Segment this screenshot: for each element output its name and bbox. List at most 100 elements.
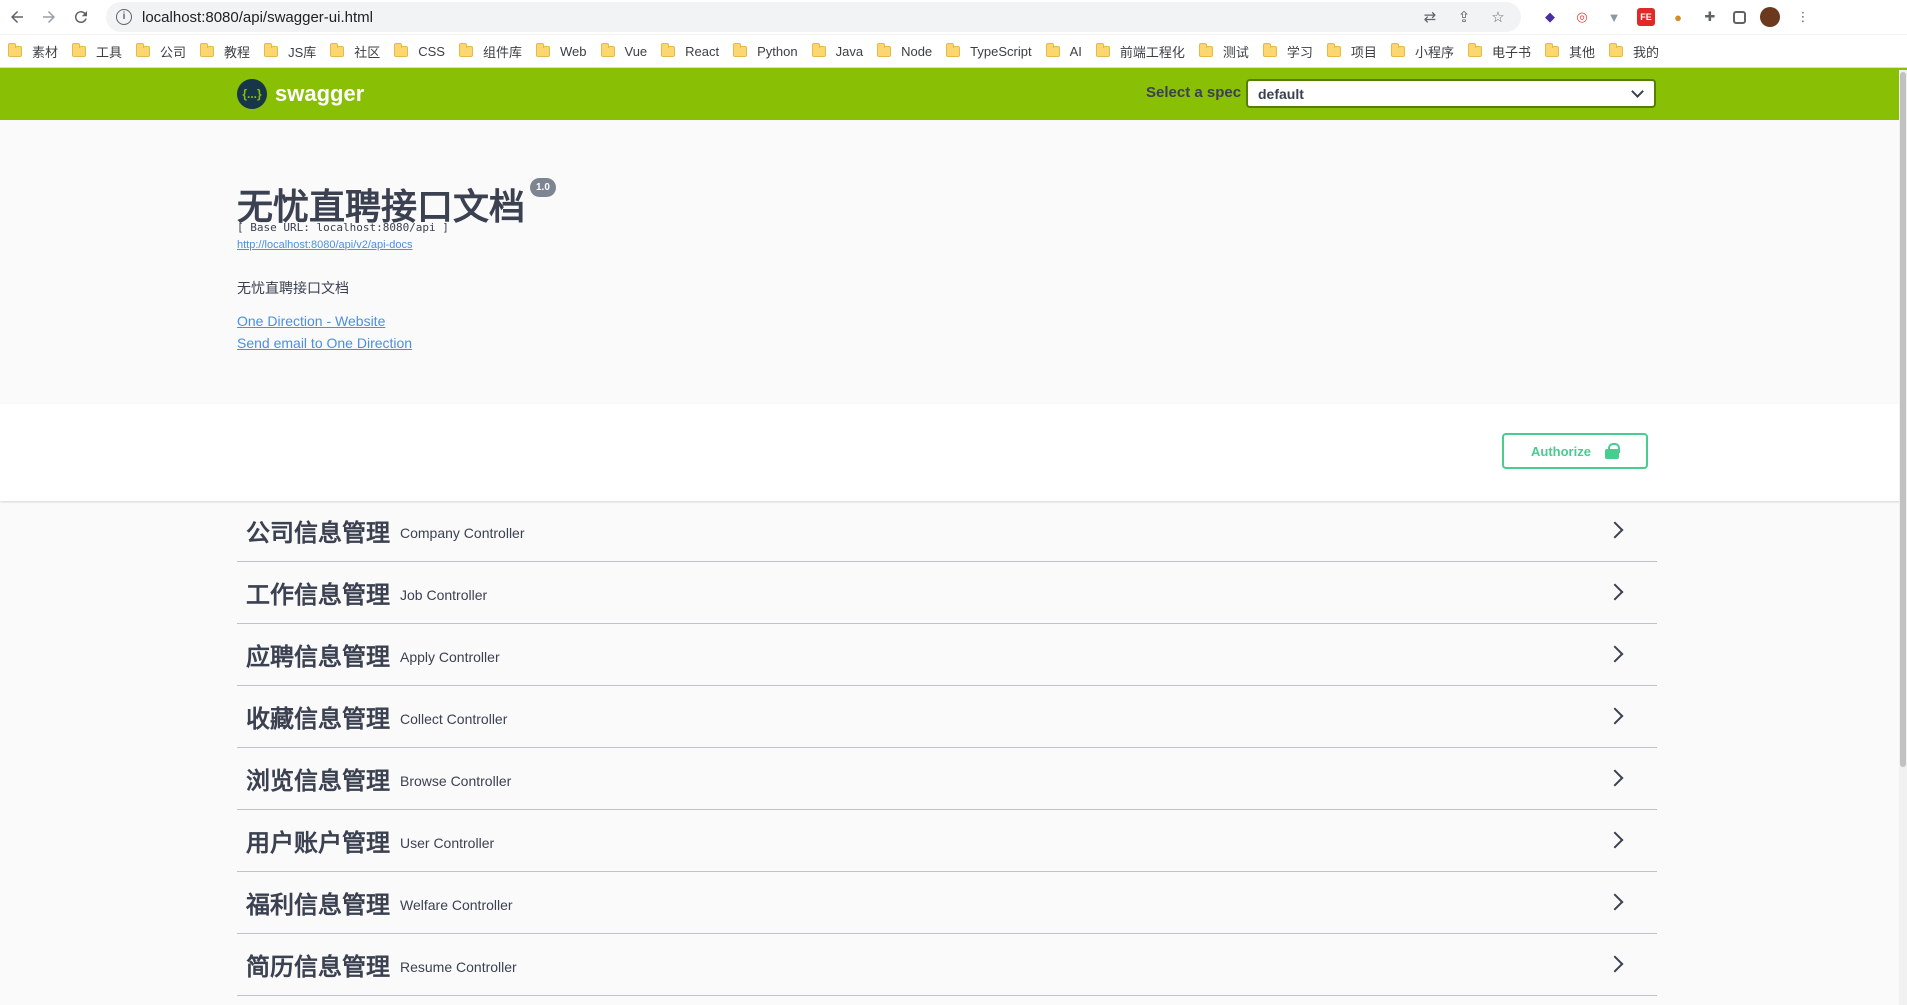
info-icon[interactable]: i [116,9,132,25]
url-text: localhost:8080/api/swagger-ui.html [142,8,373,26]
bookmark-folder[interactable]: AI [1045,42,1082,59]
arrow-right-icon [43,11,55,23]
tag-name: 公司信息管理 [246,519,390,547]
bookmark-label: CSS [418,43,445,59]
bookmark-folder[interactable]: TypeScript [946,42,1032,59]
folder-icon [72,42,87,57]
base-url: [ Base URL: localhost:8080/api ] [237,221,449,234]
authorize-button[interactable]: Authorize [1502,433,1648,469]
bookmark-folder[interactable]: 测试 [1198,42,1249,61]
bookmark-folder[interactable]: 社区 [330,42,380,61]
extension-cookie-icon[interactable]: ● [1669,8,1687,26]
bookmark-folder[interactable]: 公司 [136,42,186,61]
folder-icon [1095,42,1110,57]
api-docs-link[interactable]: http://localhost:8080/api/v2/api-docs [237,239,413,251]
tag-section[interactable]: 福利信息管理 Welfare Controller [237,872,1657,934]
bookmark-folder[interactable]: 项目 [1326,42,1377,61]
bookmark-folder[interactable]: React [661,42,719,59]
folder-icon [946,42,961,57]
bookmark-label: JS库 [288,44,317,60]
extension-ring-icon[interactable]: ◎ [1573,8,1591,26]
bookmark-folder[interactable]: 电子书 [1467,42,1531,61]
tag-name: 收藏信息管理 [246,705,390,733]
chevron-right-icon[interactable] [1606,521,1624,539]
extension-diamond-icon[interactable]: ◆ [1541,8,1559,26]
side-panel-icon[interactable] [1733,10,1746,24]
scrollbar-thumb[interactable] [1900,72,1906,767]
profile-avatar[interactable] [1760,7,1780,27]
bookmark-label: 教程 [224,44,251,60]
tag-description: User Controller [400,834,495,851]
bookmark-label: Vue [624,43,648,59]
bookmark-folder[interactable]: Vue [600,42,648,59]
translate-icon[interactable]: ⇄ [1421,8,1439,26]
bookmark-label: 学习 [1286,44,1313,60]
chevron-right-icon[interactable] [1606,955,1624,973]
authorize-label: Authorize [1531,443,1591,459]
bookmark-folder[interactable]: 学习 [1262,42,1313,61]
tag-section[interactable]: 收藏信息管理 Collect Controller [237,686,1657,748]
bookmark-folder[interactable]: 其他 [1544,42,1595,61]
folder-icon [1467,42,1482,57]
bookmark-label: 素材 [32,44,59,60]
address-bar[interactable]: i localhost:8080/api/swagger-ui.html ⇄ ⇪… [106,2,1521,32]
bookmark-folder[interactable]: CSS [394,42,445,59]
tag-section[interactable]: 浏览信息管理 Browse Controller [237,748,1657,810]
tag-description: Job Controller [400,586,488,603]
bookmark-label: Web [560,43,587,59]
extensions-puzzle-icon[interactable]: ✚ [1701,8,1719,26]
tag-section[interactable]: 工作信息管理 Job Controller [237,562,1657,624]
reload-button[interactable] [66,2,96,32]
bookmark-label: 其他 [1568,44,1595,60]
chevron-right-icon[interactable] [1606,893,1624,911]
bookmark-folder[interactable]: 组件库 [458,42,522,61]
tag-section[interactable]: 用户账户管理 User Controller [237,810,1657,872]
bookmark-folder[interactable]: 我的 [1608,42,1659,61]
swagger-logo[interactable]: {...} swagger [237,79,364,109]
share-icon[interactable]: ⇪ [1455,8,1473,26]
folder-icon [600,42,615,57]
bookmark-folder[interactable]: Python [733,42,798,59]
folder-icon [1608,42,1623,57]
bookmark-folder[interactable]: Java [811,42,864,59]
bookmark-folder[interactable]: 素材 [8,42,58,61]
folder-icon [1544,42,1559,57]
website-link[interactable]: One Direction - Website [237,313,385,329]
bookmark-label: 项目 [1350,44,1377,60]
star-icon[interactable]: ☆ [1489,8,1507,26]
extension-fe-icon[interactable]: FE [1637,8,1655,26]
tag-name: 福利信息管理 [246,891,390,919]
chevron-right-icon[interactable] [1606,583,1624,601]
chevron-right-icon[interactable] [1606,769,1624,787]
folder-icon [877,42,892,57]
menu-kebab-icon[interactable]: ⋮ [1794,8,1812,26]
bookmark-folder[interactable]: 前端工程化 [1095,42,1185,61]
chevron-right-icon[interactable] [1606,831,1624,849]
bookmark-folder[interactable]: 小程序 [1390,42,1454,61]
tag-section[interactable]: 公司信息管理 Company Controller [237,500,1657,562]
bookmark-folder[interactable]: 教程 [200,42,250,61]
chevron-right-icon[interactable] [1606,645,1624,663]
tag-section[interactable]: 简历信息管理 Resume Controller [237,934,1657,996]
page-scrollbar[interactable] [1899,70,1907,1005]
folder-icon [1326,42,1341,57]
bookmark-folder[interactable]: JS库 [264,42,316,61]
bookmark-label: Java [835,43,864,59]
folder-icon [1198,42,1213,57]
swagger-logo-icon: {...} [237,79,267,109]
bookmark-folder[interactable]: 工具 [72,42,122,61]
tag-description: Resume Controller [400,958,517,975]
forward-button[interactable] [34,2,64,32]
chevron-right-icon[interactable] [1606,707,1624,725]
tag-description: Collect Controller [400,710,508,727]
tag-list: 公司信息管理 Company Controller 工作信息管理 Job Contro… [237,500,1657,996]
bookmark-folder[interactable]: Node [877,42,932,59]
extension-vue-icon[interactable]: ▼ [1605,8,1623,26]
spec-select[interactable]: default [1246,79,1656,108]
tag-section[interactable]: 应聘信息管理 Apply Controller [237,624,1657,686]
back-button[interactable] [2,2,32,32]
email-link[interactable]: Send email to One Direction [237,335,412,351]
tag-name: 应聘信息管理 [246,643,390,671]
bookmark-folder[interactable]: Web [536,42,587,59]
arrow-left-icon [11,11,23,23]
